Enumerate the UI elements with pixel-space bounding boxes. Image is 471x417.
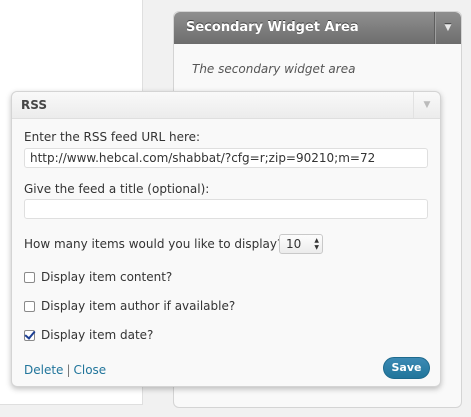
display-author-checkbox[interactable] <box>24 300 35 312</box>
rss-widget-title: RSS <box>21 98 47 112</box>
display-content-option[interactable]: Display item content? <box>24 270 172 284</box>
display-content-checkbox[interactable] <box>24 271 35 283</box>
link-separator: | <box>66 363 71 377</box>
rss-widget: RSS ▼ Enter the RSS feed URL here: http:… <box>11 91 441 387</box>
feed-title-input[interactable] <box>24 199 428 219</box>
chevron-down-icon[interactable]: ▼ <box>434 12 461 44</box>
rss-url-input[interactable]: http://www.hebcal.com/shabbat/?cfg=r;zip… <box>24 148 428 168</box>
display-date-option[interactable]: Display item date? <box>24 328 153 342</box>
widget-control-links: Delete | Close <box>24 363 106 377</box>
display-content-label: Display item content? <box>41 270 173 284</box>
rss-widget-header[interactable]: RSS ▼ <box>12 92 440 119</box>
items-count-label: How many items would you like to display… <box>24 237 284 251</box>
select-arrows-icon: ▲ ▼ <box>314 237 319 251</box>
save-button[interactable]: Save <box>383 357 430 379</box>
close-link[interactable]: Close <box>73 363 106 377</box>
secondary-widget-area-title: Secondary Widget Area <box>186 20 359 35</box>
display-author-option[interactable]: Display item author if available? <box>24 299 235 313</box>
chevron-down-icon[interactable]: ▼ <box>413 92 440 118</box>
secondary-widget-area-header[interactable]: Secondary Widget Area ▼ <box>174 12 461 44</box>
items-count-select[interactable]: 10 ▲ ▼ <box>279 234 323 254</box>
feed-title-label: Give the feed a title (optional): <box>24 182 210 196</box>
items-count-value: 10 <box>286 237 302 251</box>
display-author-label: Display item author if available? <box>41 299 236 313</box>
rss-url-label: Enter the RSS feed URL here: <box>24 130 201 144</box>
delete-link[interactable]: Delete <box>24 363 63 377</box>
display-date-label: Display item date? <box>41 328 154 342</box>
display-date-checkbox[interactable] <box>24 329 35 341</box>
secondary-widget-area-description: The secondary widget area <box>192 62 356 76</box>
